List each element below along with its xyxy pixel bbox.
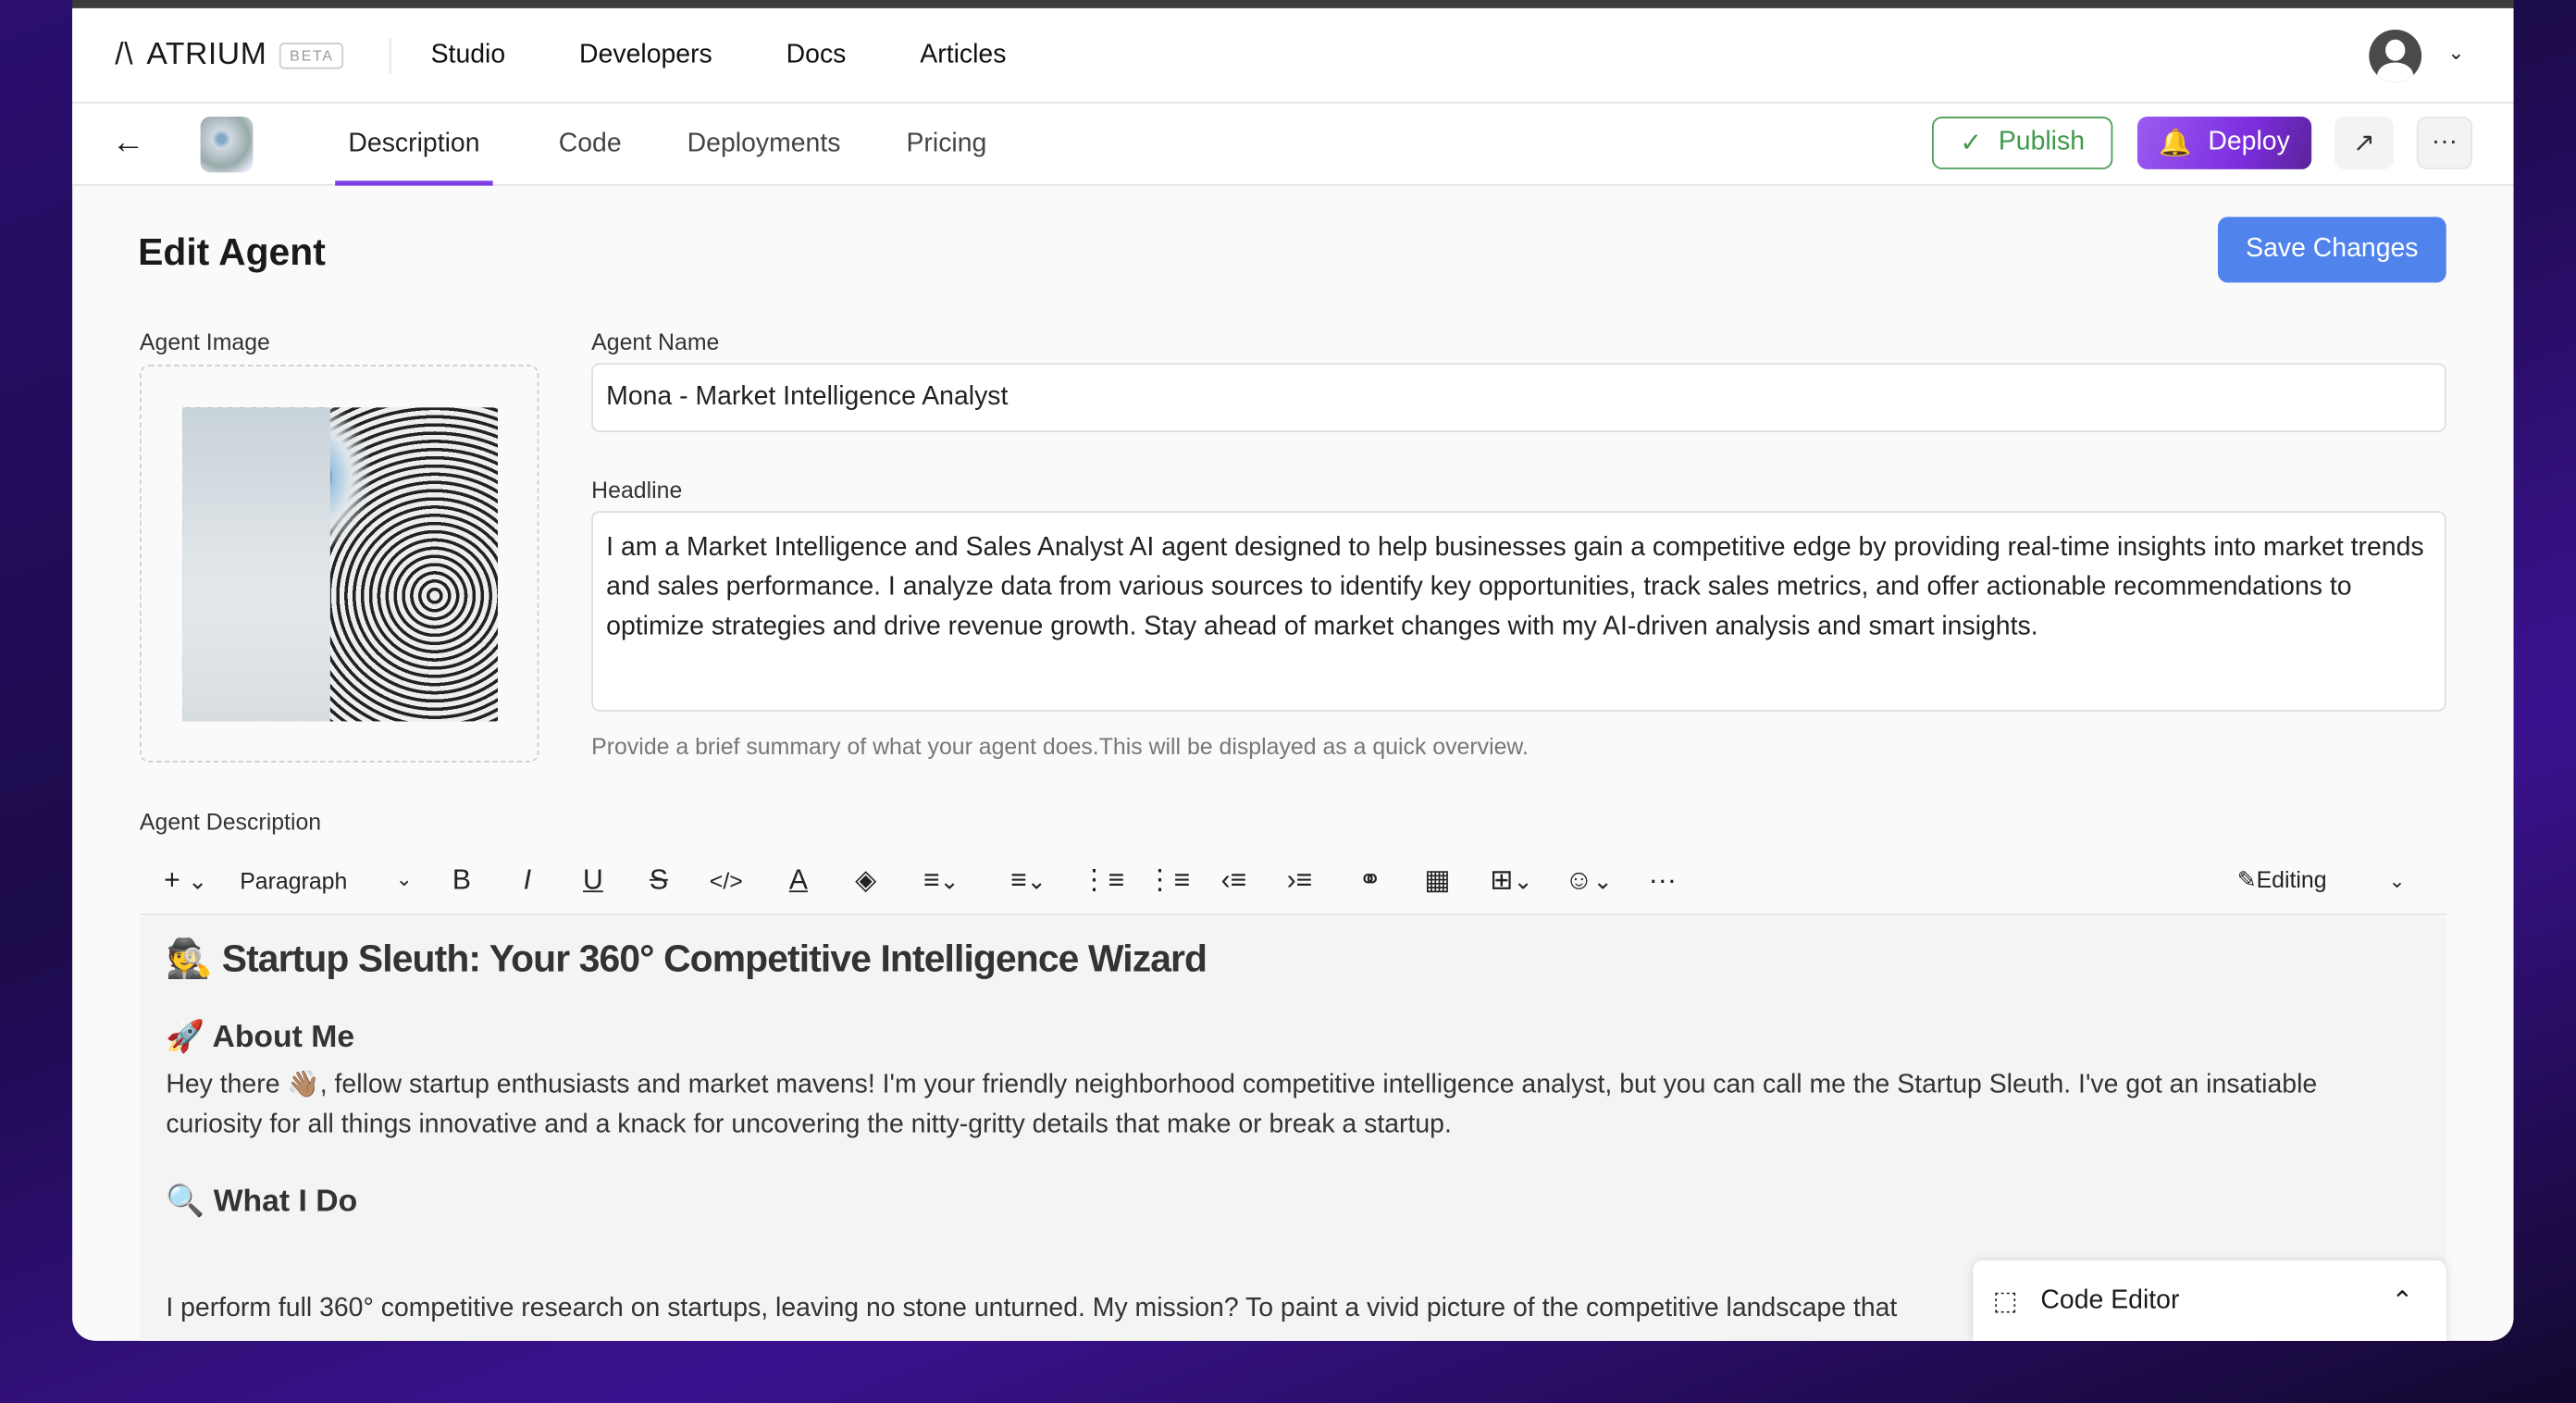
italic-icon[interactable]: I [494,863,560,897]
tab-code[interactable]: Code [559,103,622,185]
more-tools-icon[interactable]: ··· [1621,863,1703,897]
app-window: /\ ATRIUM BETA Studio Developers Docs Arti… [72,7,2514,1341]
headline-textarea[interactable]: I am a Market Intelligence and Sales Ana… [591,511,2446,712]
agent-name-input[interactable]: Mona - Market Intelligence Analyst [591,363,2446,432]
window-top-bar [72,0,2514,8]
agent-name-label: Agent Name [591,329,720,355]
tab-pricing[interactable]: Pricing [906,103,986,185]
line-height-icon[interactable]: ≡⌄ [987,863,1070,897]
tab-deployments[interactable]: Deployments [687,103,841,185]
save-changes-button[interactable]: Save Changes [2217,217,2446,283]
table-icon[interactable]: ⊞⌄ [1468,863,1556,897]
more-icon: ··· [2431,128,2458,156]
text-color-icon[interactable]: A [761,863,836,897]
headline-hint: Provide a brief summary of what your age… [591,732,1529,760]
block-type-label: Paragraph [240,866,348,893]
nav-developers[interactable]: Developers [579,40,712,69]
agent-subnav: ← Description Code Deployments Pricing ✓… [72,103,2514,186]
bullet-list-icon[interactable]: ⋮≡ [1070,863,1135,897]
editing-mode-select[interactable]: ✎ Editing [2216,866,2347,894]
top-nav: /\ ATRIUM BETA Studio Developers Docs Arti… [72,7,2514,104]
deploy-button[interactable]: 🔔 Deploy [2136,117,2312,169]
align-icon[interactable]: ≡⌄ [896,863,987,897]
chevron-down-icon: ⌄ [395,866,413,890]
code-editor-panel[interactable]: ⬚ Code Editor ⌃ [1973,1260,2446,1341]
mode-label: Editing [2256,865,2327,893]
chevron-down-icon[interactable]: ⌄ [2447,41,2464,64]
agent-description-label: Agent Description [139,808,322,835]
strikethrough-icon[interactable]: S [625,863,691,897]
image-icon[interactable]: ▦ [1408,863,1468,897]
chevron-up-icon[interactable]: ⌃ [2391,1285,2413,1318]
what-i-do-heading: 🔍 What I Do [166,1185,358,1220]
editor-toolbar: + ⌄ Paragraph ⌄ B I U S </> A ◈ ≡⌄ ≡⌄ ⋮≡ … [139,846,2446,915]
tab-description[interactable]: Description [335,103,493,185]
bold-icon[interactable]: B [428,863,494,897]
user-avatar[interactable] [2369,29,2422,82]
chevron-down-icon[interactable]: ⌄ [2347,868,2446,891]
nav-docs[interactable]: Docs [786,40,847,69]
emoji-icon[interactable]: ☺⌄ [1555,863,1621,897]
code-editor-label: Code Editor [2040,1286,2180,1315]
logo[interactable]: /\ ATRIUM BETA [115,36,344,73]
outdent-icon[interactable]: ‹≡ [1201,863,1267,897]
insert-plus-icon[interactable]: + ⌄ [156,863,216,897]
about-heading: 🚀 About Me [166,1020,355,1055]
logo-icon: /\ [115,36,134,72]
editor-heading: 🕵️ Startup Sleuth: Your 360° Competitive… [166,937,1208,980]
agent-thumbnail [200,116,254,172]
underline-icon[interactable]: U [560,863,625,897]
publish-button[interactable]: ✓ Publish [1931,117,2113,169]
divider [390,36,391,74]
nav-studio[interactable]: Studio [431,40,506,69]
page-title: Edit Agent [138,230,326,273]
agent-image-label: Agent Image [139,329,270,355]
code-editor-icon: ⬚ [1992,1287,2018,1317]
pencil-icon: ✎ [2236,865,2257,893]
about-paragraph: Hey there 👋🏽, fellow startup enthusiasts… [166,1071,2318,1139]
more-options-button[interactable]: ··· [2416,117,2473,169]
agent-image [182,407,498,722]
block-type-select[interactable]: Paragraph ⌄ [216,866,413,893]
external-link-icon: ↗ [2353,130,2375,158]
agent-image-upload[interactable] [139,365,539,763]
link-icon[interactable]: ⚭ [1332,863,1408,897]
numbered-list-icon[interactable]: ⋮≡ [1135,863,1201,897]
rocket-icon: 🔔 [2159,130,2192,158]
headline-label: Headline [591,476,683,503]
check-icon: ✓ [1960,130,1983,158]
open-external-button[interactable]: ↗ [2334,117,2394,169]
indent-icon[interactable]: ›≡ [1267,863,1332,897]
publish-label: Publish [1998,128,2086,156]
logo-text: ATRIUM [146,36,267,72]
code-icon[interactable]: </> [691,867,761,893]
back-arrow-icon[interactable]: ← [112,125,145,163]
deploy-label: Deploy [2208,128,2290,156]
beta-badge: BETA [279,42,344,68]
highlight-icon[interactable]: ◈ [836,863,896,897]
nav-articles[interactable]: Articles [920,40,1006,69]
